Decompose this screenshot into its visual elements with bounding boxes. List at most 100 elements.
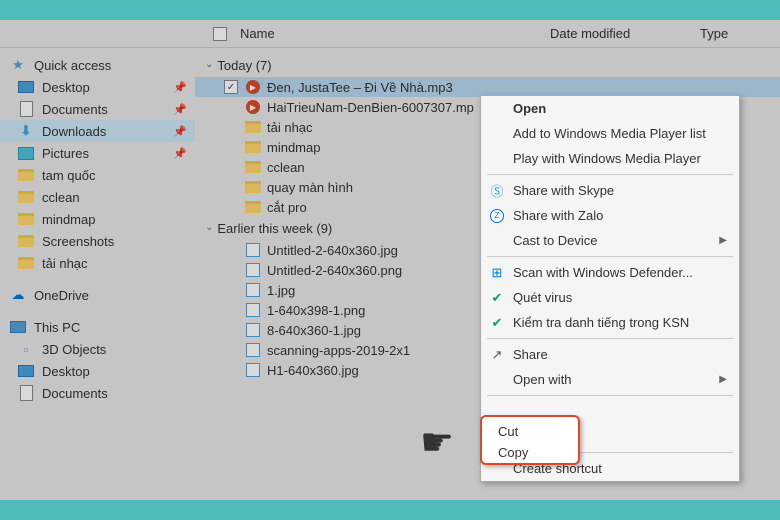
file-name: tải nhạc [267,120,313,135]
file-name: Untitled-2-640x360.jpg [267,243,398,258]
folder-icon [18,233,34,249]
share-icon: ↗ [489,347,505,363]
folder-icon [245,159,261,175]
group-title: Today (7) [217,58,271,73]
sidebar-item-pictures[interactable]: Pictures📌 [0,142,195,164]
image-file-icon [245,302,261,318]
zalo-icon: Z [489,208,505,224]
cloud-icon: ☁ [10,287,26,303]
group-header[interactable]: ⌄Today (7) [195,54,780,77]
desktop-icon [18,363,34,379]
ctx-share[interactable]: ↗Share [481,342,739,367]
sidebar-item-3d-objects[interactable]: ▫3D Objects [0,338,195,360]
highlight-callout: Cut Copy [480,415,580,465]
sidebar-item-tam-quốc[interactable]: tam quốc [0,164,195,186]
ctx-open[interactable]: Open [481,96,739,121]
sidebar-item-label: tải nhạc [42,256,88,271]
chevron-right-icon: ▶ [719,235,727,246]
ctx-cut[interactable]: Cut [492,421,568,442]
ctx-zalo[interactable]: ZShare with Zalo [481,203,739,228]
sidebar-item-desktop[interactable]: Desktop 📌 [0,76,195,98]
file-name: 1.jpg [267,283,295,298]
ctx-cast[interactable]: Cast to Device▶ [481,228,739,253]
sidebar-item-label: Screenshots [42,234,114,249]
folder-icon [245,119,261,135]
sidebar-item-documents[interactable]: Documents [0,382,195,404]
pointing-hand-icon: ☛ [420,420,454,465]
ctx-virus[interactable]: ✔Quét virus [481,285,739,310]
chevron-right-icon: ▶ [719,374,727,385]
skype-icon: Ⓢ [489,183,505,199]
this-pc-label: This PC [34,320,80,335]
image-file-icon [245,242,261,258]
sidebar-item-label: Documents [42,102,108,117]
file-name: cclean [267,160,305,175]
image-file-icon [245,282,261,298]
file-name: mindmap [267,140,320,155]
ctx-skype[interactable]: ⓈShare with Skype [481,178,739,203]
column-header[interactable]: Name Date modified Type [0,20,780,48]
sidebar-item-label: cclean [42,190,80,205]
this-pc[interactable]: This PC [0,316,195,338]
pin-icon: 📌 [173,125,187,138]
sidebar-item-label: 3D Objects [42,342,106,357]
image-file-icon [245,322,261,338]
quick-access-label: Quick access [34,58,111,73]
file-name: 1-640x398-1.png [267,303,365,318]
sidebar-item-mindmap[interactable]: mindmap [0,208,195,230]
desktop-icon [18,79,34,95]
shield-icon: ⊞ [489,265,505,281]
pc-icon [10,319,26,335]
ctx-wmp-play[interactable]: Play with Windows Media Player [481,146,739,171]
ctx-wmp-add[interactable]: Add to Windows Media Player list [481,121,739,146]
onedrive[interactable]: ☁ OneDrive [0,284,195,306]
ctx-openwith[interactable]: Open with▶ [481,367,739,392]
audio-file-icon: ▶ [245,99,261,115]
sidebar-item-label: Downloads [42,124,106,139]
file-name: Đen, JustaTee – Đi Về Nhà.mp3 [267,80,453,95]
folder-icon [18,211,34,227]
pin-icon: 📌 [173,103,187,116]
ctx-ksn[interactable]: ✔Kiểm tra danh tiếng trong KSN [481,310,739,335]
ctx-defender[interactable]: ⊞Scan with Windows Defender... [481,260,739,285]
sidebar-item-desktop[interactable]: Desktop [0,360,195,382]
folder-icon [245,139,261,155]
ctx-copy[interactable]: Copy [492,442,568,463]
group-title: Earlier this week (9) [217,221,332,236]
document-icon [18,101,34,117]
column-type[interactable]: Type [700,26,780,41]
sidebar-item-cclean[interactable]: cclean [0,186,195,208]
navigation-pane: ★ Quick access Desktop📌Documents📌⬇Downlo… [0,48,195,500]
select-all-checkbox[interactable] [213,27,227,41]
column-name[interactable]: Name [240,26,550,41]
file-name: scanning-apps-2019-2x1 [267,343,410,358]
sidebar-item-label: Desktop [42,80,90,95]
folder-icon [18,255,34,271]
audio-file-icon: ▶ [245,79,261,95]
shield-check-icon: ✔ [489,290,505,306]
sidebar-item-screenshots[interactable]: Screenshots [0,230,195,252]
chevron-down-icon: ⌄ [205,222,213,233]
file-name: cắt pro [267,200,307,215]
image-file-icon [245,362,261,378]
folder-icon [245,199,261,215]
onedrive-label: OneDrive [34,288,89,303]
image-file-icon [245,342,261,358]
pin-icon: 📌 [173,81,187,94]
sidebar-item-label: Pictures [42,146,89,161]
sidebar-item-label: mindmap [42,212,95,227]
shield-check-icon: ✔ [489,315,505,331]
row-checkbox[interactable]: ✓ [223,80,239,94]
file-name: H1-640x360.jpg [267,363,359,378]
file-name: Untitled-2-640x360.png [267,263,402,278]
sidebar-item-label: Desktop [42,364,90,379]
sidebar-item-label: Documents [42,386,108,401]
folder-icon [245,179,261,195]
quick-access[interactable]: ★ Quick access [0,54,195,76]
column-date[interactable]: Date modified [550,26,700,41]
file-row[interactable]: ✓ ▶ Đen, JustaTee – Đi Về Nhà.mp3 [195,77,780,97]
sidebar-item-documents[interactable]: Documents 📌 [0,98,195,120]
sidebar-item-downloads[interactable]: ⬇Downloads📌 [0,120,195,142]
file-name: HaiTrieuNam-DenBien-6007307.mp [267,100,474,115]
sidebar-item-tải-nhạc[interactable]: tải nhạc [0,252,195,274]
